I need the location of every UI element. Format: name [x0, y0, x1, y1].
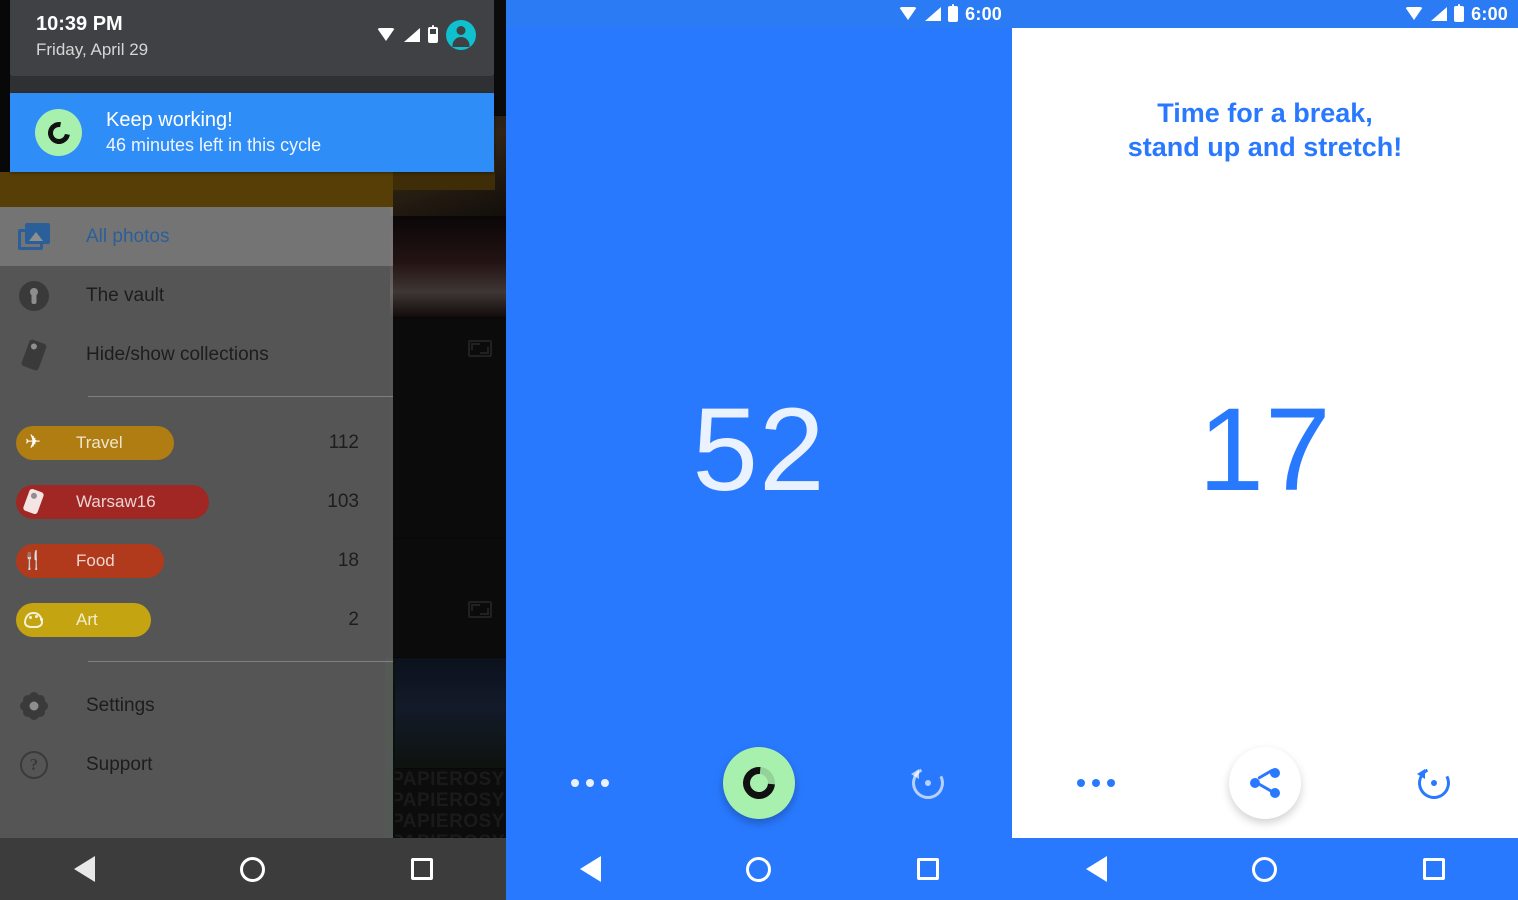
home-icon[interactable]	[1234, 838, 1296, 900]
status-bar: 6:00	[506, 0, 1012, 28]
user-avatar-icon[interactable]	[446, 20, 476, 50]
overflow-slot	[506, 779, 675, 787]
drawer-item-label: Hide/show collections	[86, 343, 269, 365]
wifi-icon	[377, 28, 396, 42]
cutlery-icon: 🍴	[21, 550, 45, 570]
notification-text: Keep working! 46 minutes left in this cy…	[106, 108, 321, 157]
mid-phone-screen: 6:00 52	[506, 0, 1012, 900]
collection-chip[interactable]: ✈ Travel	[16, 425, 174, 460]
status-bar-time: 6:00	[965, 3, 1002, 24]
collection-label: Food	[76, 550, 115, 570]
battery-icon	[1454, 4, 1465, 22]
overflow-slot	[1012, 779, 1181, 787]
wifi-icon	[1405, 7, 1424, 21]
action-bar	[1012, 728, 1518, 838]
collection-count: 2	[348, 608, 359, 630]
drawer-item-label: Support	[86, 753, 153, 775]
drawer-item-label: All photos	[86, 225, 170, 247]
status-bar: 6:00	[1012, 0, 1518, 28]
system-navigation-bar	[1012, 838, 1518, 900]
timer-fab-button[interactable]	[723, 747, 795, 819]
screenshot-triptych: PAPIEROSY PAPIEROSY PAPIEROSY PAPIEROSY …	[0, 0, 1518, 900]
action-bar	[506, 728, 1012, 838]
back-icon[interactable]	[53, 838, 115, 900]
recents-icon[interactable]	[391, 838, 453, 900]
notification-subtitle: 46 minutes left in this cycle	[106, 135, 322, 155]
shade-divider	[10, 76, 494, 94]
notification-title: Keep working!	[106, 109, 233, 131]
system-navigation-bar	[0, 838, 506, 900]
help-circle-icon: ?	[16, 747, 52, 783]
home-icon[interactable]	[222, 838, 284, 900]
collection-label: Travel	[76, 432, 123, 452]
collection-chip[interactable]: Warsaw16	[16, 484, 209, 519]
restore-slot	[1349, 762, 1518, 804]
drawer-item-label: The vault	[86, 284, 165, 306]
wifi-icon	[899, 7, 918, 21]
recents-icon[interactable]	[897, 838, 959, 900]
right-phone-screen: 6:00 Time for a break, stand up and stre…	[1012, 0, 1518, 900]
collection-row-food[interactable]: 🍴 Food 18	[0, 531, 393, 590]
more-options-icon[interactable]	[571, 779, 610, 787]
drawer-item-support[interactable]: ? Support	[0, 735, 393, 794]
airplane-icon: ✈	[25, 432, 41, 453]
shade-date: Friday, April 29	[36, 40, 149, 59]
left-phone-screen: PAPIEROSY PAPIEROSY PAPIEROSY PAPIEROSY …	[0, 0, 506, 900]
collection-chip[interactable]: 🍴 Food	[16, 543, 164, 578]
notification-shade-header: 10:39 PM Friday, April 29	[10, 0, 494, 76]
collection-label: Warsaw16	[76, 491, 156, 511]
recents-icon[interactable]	[1403, 838, 1465, 900]
back-icon[interactable]	[1065, 838, 1127, 900]
share-icon	[1250, 768, 1280, 798]
battery-icon	[948, 4, 959, 22]
collection-row-travel[interactable]: ✈ Travel 112	[0, 413, 393, 472]
navigation-drawer: All photos The vault Hide/show collectio…	[0, 207, 393, 838]
collection-count: 103	[327, 490, 359, 512]
status-bar-time: 6:00	[1471, 3, 1508, 24]
collection-row-art[interactable]: Art 2	[0, 590, 393, 649]
primary-action-slot	[675, 747, 844, 819]
signal-icon	[1431, 7, 1448, 21]
collection-chip-list: ✈ Travel 112 Warsaw16 103 🍴 Food 18 Art …	[0, 411, 393, 649]
drawer-item-settings[interactable]: Settings	[0, 676, 393, 735]
gear-icon	[16, 688, 52, 724]
drawer-divider	[88, 661, 393, 662]
timer-ring-icon	[35, 109, 82, 156]
drawer-divider	[88, 396, 393, 397]
drawer-item-all-photos[interactable]: All photos	[0, 207, 393, 266]
restore-slot	[843, 762, 1012, 804]
collection-count: 18	[337, 549, 359, 571]
tag-icon	[16, 337, 52, 373]
palette-icon	[16, 611, 50, 628]
drawer-item-hide-show-collections[interactable]: Hide/show collections	[0, 325, 393, 384]
more-options-icon[interactable]	[1077, 779, 1116, 787]
timer-ring-icon	[736, 760, 782, 806]
primary-action-slot	[1181, 747, 1350, 819]
lock-icon	[16, 278, 52, 314]
battery-icon	[428, 25, 438, 43]
signal-icon	[925, 7, 942, 21]
restore-icon[interactable]	[907, 762, 948, 804]
tag-icon	[16, 488, 50, 515]
signal-icon	[404, 28, 420, 42]
share-fab-button[interactable]	[1229, 747, 1301, 819]
collection-label: Art	[76, 609, 98, 629]
drawer-item-label: Settings	[86, 694, 155, 716]
collection-count: 112	[328, 431, 359, 453]
shade-status-icons	[377, 20, 476, 50]
restore-icon[interactable]	[1413, 762, 1454, 804]
drawer-item-the-vault[interactable]: The vault	[0, 266, 393, 325]
notification-card[interactable]: Keep working! 46 minutes left in this cy…	[10, 93, 494, 172]
home-icon[interactable]	[728, 838, 790, 900]
back-icon[interactable]	[559, 838, 621, 900]
photos-icon	[16, 219, 52, 255]
collection-chip[interactable]: Art	[16, 602, 151, 637]
shade-time: 10:39 PM	[36, 13, 123, 35]
system-navigation-bar	[506, 838, 1012, 900]
collection-row-warsaw16[interactable]: Warsaw16 103	[0, 472, 393, 531]
